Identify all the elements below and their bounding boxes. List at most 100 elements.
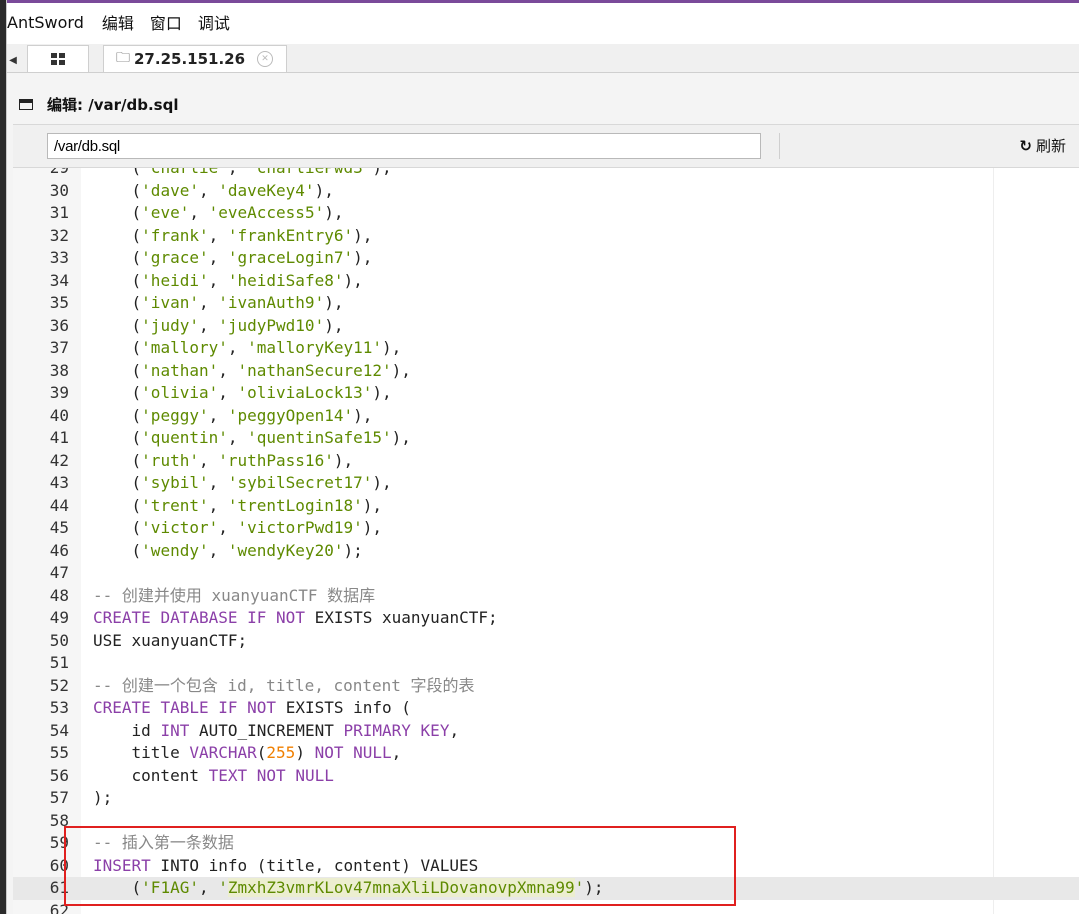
code-token: ,: [208, 248, 228, 267]
menu-debug[interactable]: 调试: [198, 10, 230, 34]
line-number: 49: [49, 608, 69, 627]
code-token: 'oliviaLock13': [237, 383, 373, 402]
code-line[interactable]: 59 -- 插入第一条数据: [13, 832, 1079, 855]
code-line[interactable]: 55 title VARCHAR(255) NOT NULL,: [13, 742, 1079, 765]
code-token: 'olivia': [141, 383, 219, 402]
code-token: 'peggy': [141, 405, 209, 425]
panel-title: 编辑: /var/db.sql: [47, 95, 179, 114]
line-number: 44: [49, 495, 69, 515]
code-text: ('wendy', 'wendyKey20');: [93, 540, 363, 563]
code-token: NOT: [276, 608, 305, 627]
code-token: ),: [333, 450, 354, 470]
refresh-label: 刷新: [1035, 137, 1066, 155]
code-line[interactable]: 35 ('ivan', 'ivanAuth9'),: [13, 292, 1079, 315]
code-token: ),: [391, 360, 411, 380]
code-editor[interactable]: 29 ('charlie', 'charliePwd3'),30 ('dave'…: [13, 168, 1079, 914]
code-line[interactable]: 41 ('quentin', 'quentinSafe15'),: [13, 427, 1079, 450]
code-line[interactable]: 38 ('nathan', 'nathanSecure12'),: [13, 360, 1079, 383]
code-line[interactable]: 45 ('victor', 'victorPwd19'),: [13, 517, 1079, 540]
line-number: 39: [49, 383, 69, 402]
code-line[interactable]: 39 ('olivia', 'oliviaLock13'),: [13, 382, 1079, 405]
code-line[interactable]: 44 ('trent', 'trentLogin18'),: [13, 495, 1079, 518]
code-line[interactable]: 43 ('sybil', 'sybilSecret17'),: [13, 472, 1079, 495]
code-line[interactable]: 56 content TEXT NOT NULL: [13, 765, 1079, 788]
code-line[interactable]: 58: [13, 810, 1079, 833]
code-token: EXISTS info (: [276, 698, 411, 717]
code-line[interactable]: 34 ('heidi', 'heidiSafe8'),: [13, 270, 1079, 293]
code-token: ,: [449, 720, 460, 740]
code-line[interactable]: 53 CREATE TABLE IF NOT EXISTS info (: [13, 697, 1079, 720]
code-line[interactable]: 42 ('ruth', 'ruthPass16'),: [13, 450, 1079, 473]
code-line[interactable]: 61 ('F1AG', 'ZmxhZ3vmrKLov47mnaXliLDovan…: [13, 877, 1079, 900]
menu-bar: AntSword 编辑 窗口 调试: [7, 0, 1079, 44]
code-token: NOT: [256, 765, 286, 785]
code-token: 'daveKey4': [218, 180, 315, 200]
code-line[interactable]: 36 ('judy', 'judyPwd10'),: [13, 315, 1079, 338]
code-line[interactable]: 33 ('grace', 'graceLogin7'),: [13, 247, 1079, 270]
code-text: ('quentin', 'quentinSafe15'),: [93, 427, 411, 450]
code-token: CREATE: [93, 608, 151, 627]
menu-antsword[interactable]: AntSword: [7, 13, 84, 32]
close-icon[interactable]: ✕: [257, 51, 274, 67]
code-token: (: [93, 473, 142, 492]
code-line[interactable]: 32 ('frank', 'frankEntry6'),: [13, 225, 1079, 248]
code-token: ),: [343, 270, 363, 290]
tab-home[interactable]: [27, 45, 89, 72]
menu-edit[interactable]: 编辑: [102, 10, 134, 34]
code-token: TEXT: [208, 765, 248, 785]
refresh-icon: ↻: [1019, 136, 1032, 155]
code-line[interactable]: 49 CREATE DATABASE IF NOT EXISTS xuanyuan…: [13, 607, 1079, 630]
line-number: 48: [49, 585, 69, 605]
code-token: 'victorPwd19': [237, 518, 363, 537]
code-line[interactable]: 31 ('eve', 'eveAccess5'),: [13, 202, 1079, 225]
code-token: ,: [208, 270, 228, 290]
code-token: 'sybil': [141, 473, 209, 492]
code-token: 'trent': [141, 495, 209, 515]
code-token: ,: [198, 878, 219, 897]
tab-site[interactable]: 🗀 27.25.151.26 ✕: [103, 45, 287, 72]
code-line[interactable]: 52 -- 创建一个包含 id, title, content 字段的表: [13, 675, 1079, 698]
code-line[interactable]: 46 ('wendy', 'wendyKey20');: [13, 540, 1079, 563]
refresh-button[interactable]: ↻ 刷新: [1019, 135, 1066, 156]
code-line[interactable]: 51: [13, 652, 1079, 675]
code-text: id INT AUTO_INCREMENT PRIMARY KEY,: [93, 720, 460, 743]
code-token: 'quentin': [141, 428, 228, 447]
code-token: 'graceLogin7': [227, 248, 354, 267]
code-line[interactable]: 47: [13, 562, 1079, 585]
code-token: ,: [208, 495, 228, 515]
code-line[interactable]: 50 USE xuanyuanCTF;: [13, 630, 1079, 653]
code-token: ),: [362, 495, 382, 515]
code-token: ),: [362, 518, 382, 537]
code-token: ,: [208, 540, 228, 560]
code-line[interactable]: 37 ('mallory', 'malloryKey11'),: [13, 337, 1079, 360]
line-number: 41: [49, 428, 69, 447]
code-token: (: [93, 450, 142, 470]
code-token: );: [584, 878, 604, 897]
line-number: 38: [49, 360, 69, 380]
code-line[interactable]: 40 ('peggy', 'peggyOpen14'),: [13, 405, 1079, 428]
code-token: NULL: [353, 743, 392, 762]
code-token: ,: [227, 428, 248, 447]
code-token: 'judy': [141, 315, 199, 335]
code-text: ('frank', 'frankEntry6'),: [93, 225, 373, 248]
code-line[interactable]: 29 ('charlie', 'charliePwd3'),: [13, 168, 1079, 180]
menu-window[interactable]: 窗口: [150, 10, 182, 34]
line-number: 47: [49, 563, 69, 582]
code-token: 255: [266, 743, 296, 762]
code-token: (: [93, 180, 142, 200]
code-line[interactable]: 60 INSERT INTO info (title, content) VALU…: [13, 855, 1079, 878]
code-line[interactable]: 54 id INT AUTO_INCREMENT PRIMARY KEY,: [13, 720, 1079, 743]
code-text: ('ruth', 'ruthPass16'),: [93, 450, 354, 473]
code-line[interactable]: 57);: [13, 787, 1079, 810]
code-line[interactable]: 48 -- 创建并使用 xuanyuanCTF 数据库: [13, 585, 1079, 608]
code-line[interactable]: 62: [13, 900, 1079, 914]
tab-bar: ◀ 🗀 27.25.151.26 ✕: [7, 44, 1079, 73]
caret-left-icon[interactable]: ◀: [7, 48, 19, 72]
path-input[interactable]: [47, 133, 761, 159]
code-line[interactable]: 30 ('dave', 'daveKey4'),: [13, 180, 1079, 203]
code-token: (: [93, 495, 142, 515]
code-token: 'charlie': [141, 168, 228, 177]
